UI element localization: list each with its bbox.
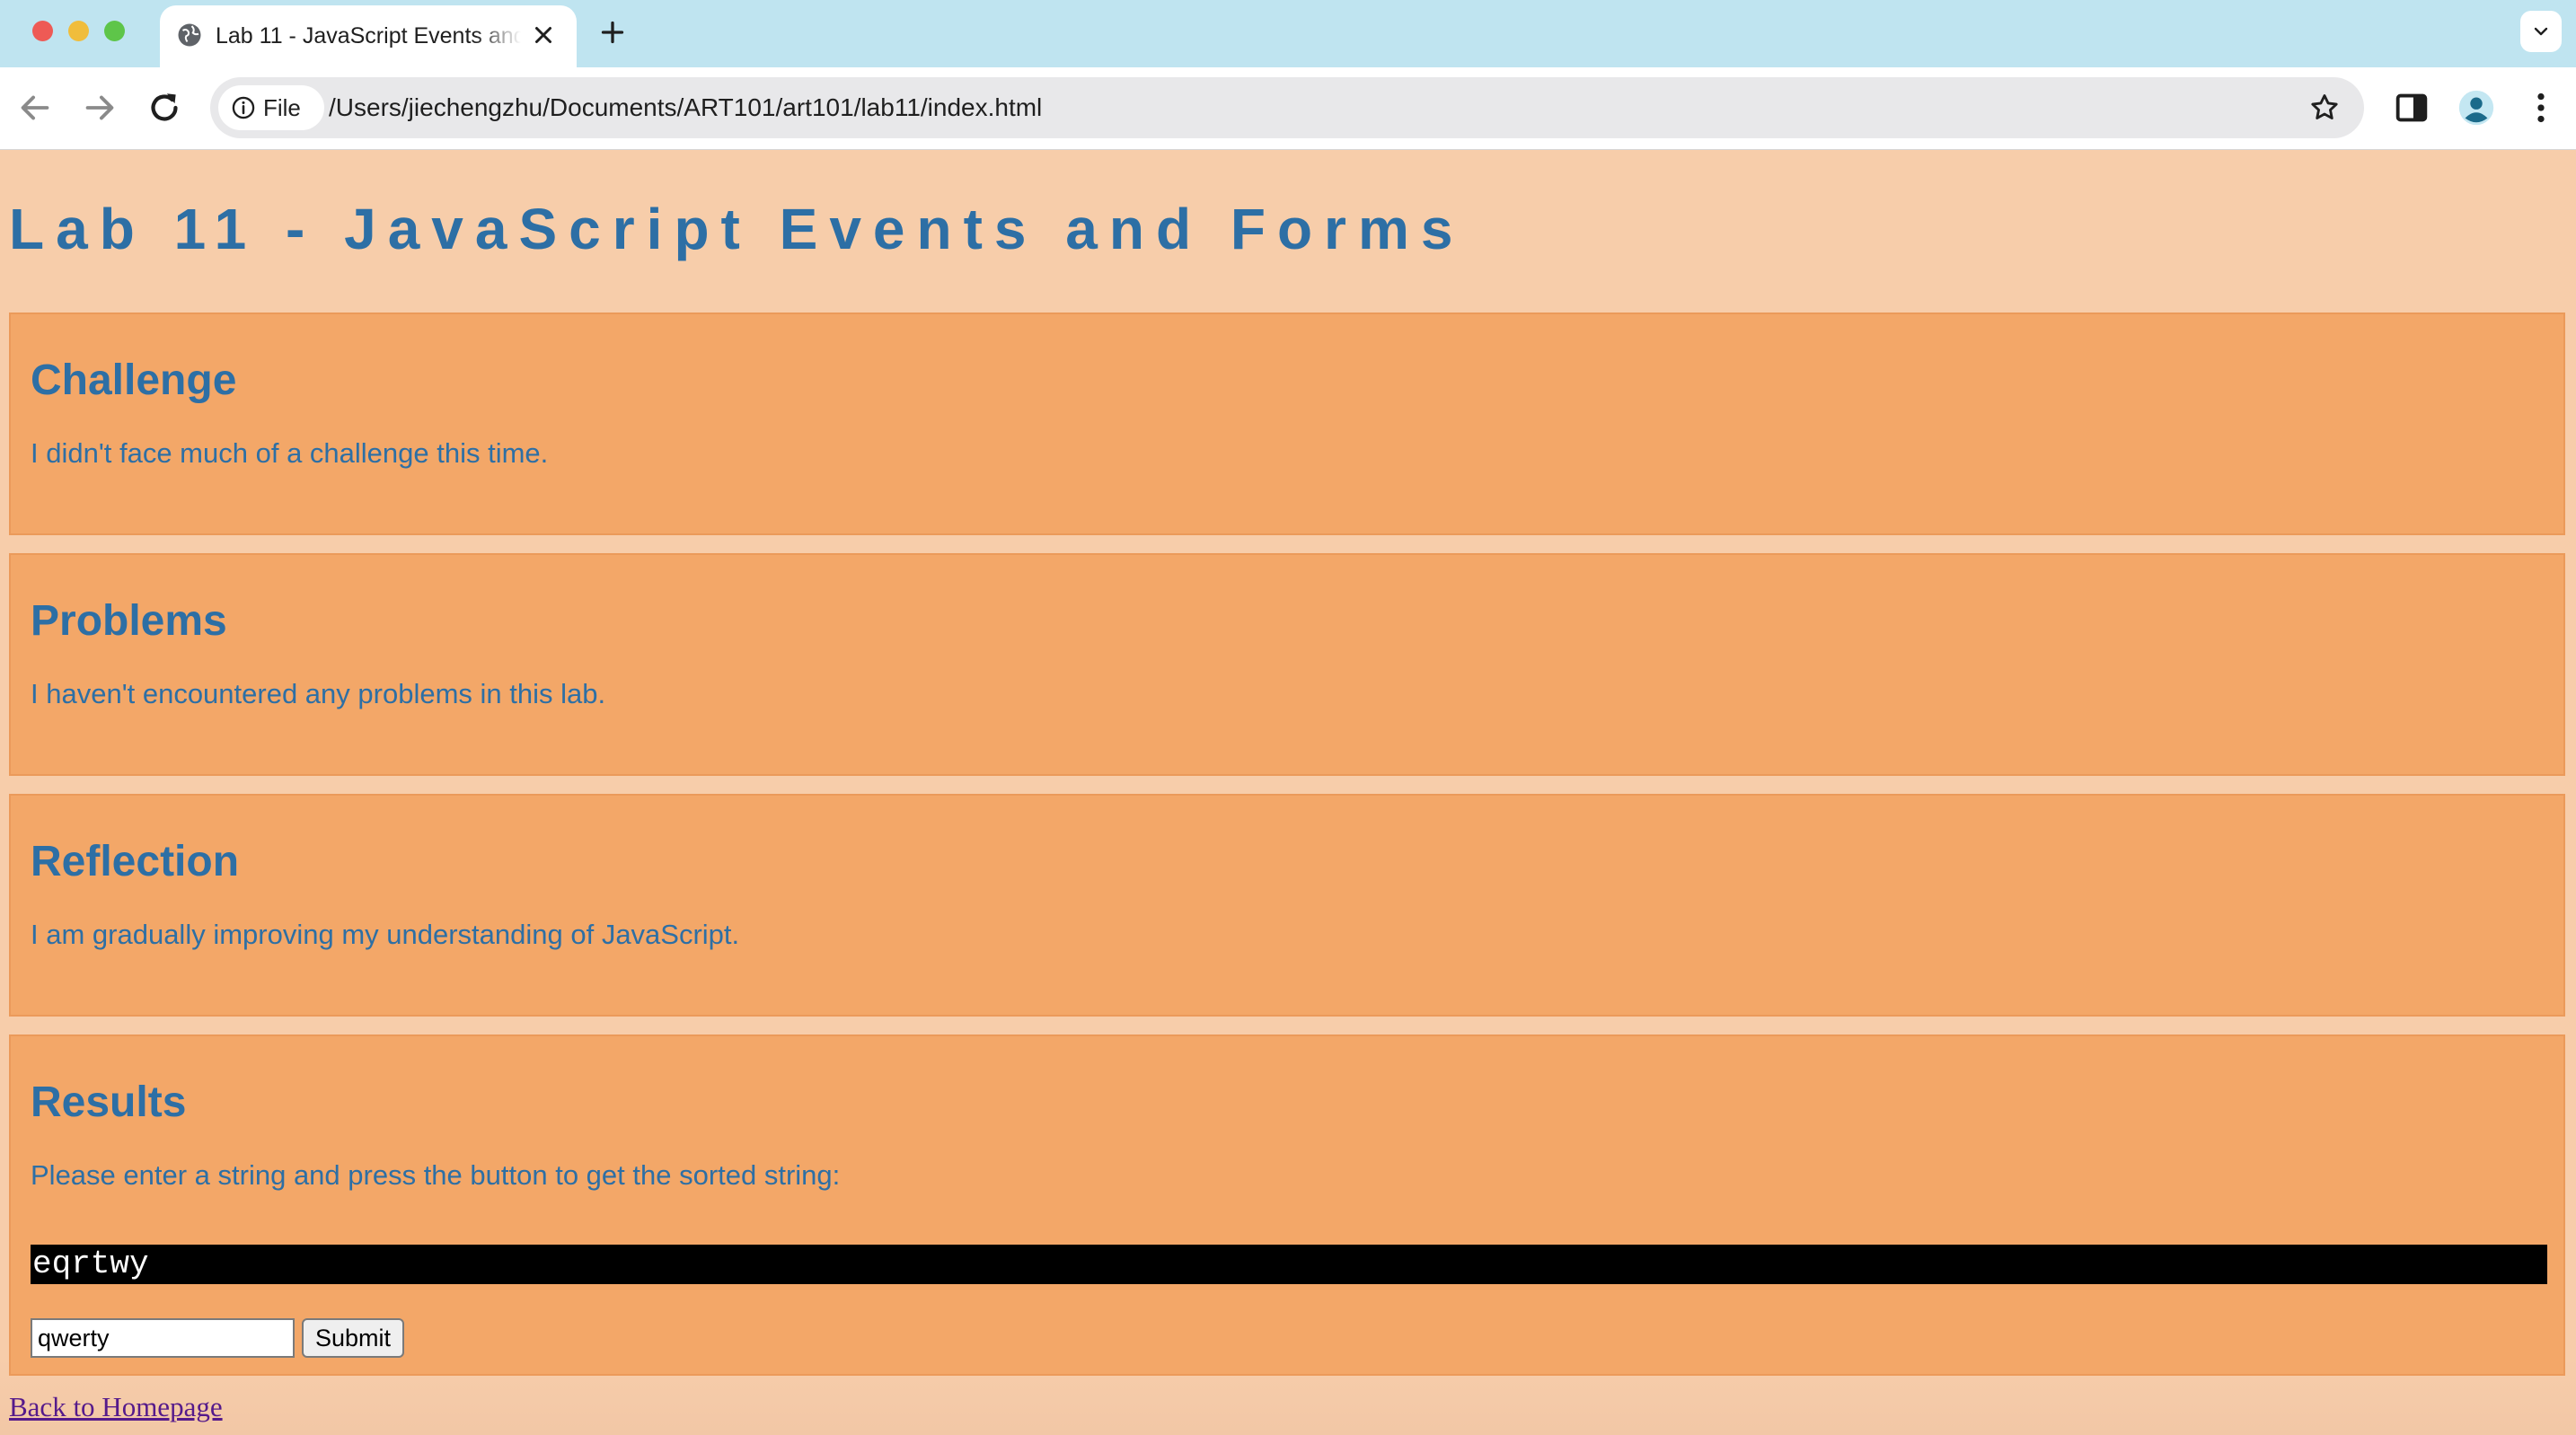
section-title-results: Results (31, 1078, 187, 1126)
tab-search-button[interactable] (2520, 11, 2562, 52)
reflection-section: Reflection I am gradually improving my u… (9, 794, 2565, 1017)
forward-arrow-icon[interactable] (79, 87, 120, 128)
plus-icon[interactable] (596, 16, 629, 48)
profile-avatar-icon[interactable] (2456, 87, 2497, 128)
bookmark-star-icon[interactable] (2308, 92, 2341, 124)
section-title-challenge: Challenge (31, 357, 237, 404)
page-title: Lab 11 - JavaScript Events and Forms (9, 197, 1465, 261)
address-bar[interactable]: File /Users/jiechengzhu/Documents/ART101… (210, 77, 2364, 138)
string-input[interactable] (31, 1318, 295, 1358)
browser-titlebar: Lab 11 - JavaScript Events and Forms (0, 0, 2576, 67)
section-title-reflection: Reflection (31, 838, 240, 885)
page-viewport: Lab 11 - JavaScript Events and Forms Cha… (0, 150, 2576, 1435)
minimize-window-button[interactable] (68, 21, 89, 41)
back-to-homepage-link[interactable]: Back to Homepage (9, 1389, 223, 1425)
section-text-problems: I haven't encountered any problems in th… (31, 678, 606, 709)
browser-tab-active[interactable]: Lab 11 - JavaScript Events and Forms (160, 5, 577, 67)
section-text-challenge: I didn't face much of a challenge this t… (31, 437, 549, 469)
back-arrow-icon[interactable] (14, 87, 56, 128)
info-icon (232, 96, 255, 119)
globe-icon (178, 23, 201, 47)
results-section: Results Please enter a string and press … (9, 1034, 2565, 1376)
browser-toolbar: File /Users/jiechengzhu/Documents/ART101… (0, 67, 2576, 150)
site-info-chip[interactable]: File (218, 85, 324, 130)
tab-title: Lab 11 - JavaScript Events and Forms (216, 23, 521, 48)
reload-icon[interactable] (144, 87, 185, 128)
submit-button[interactable]: Submit (302, 1318, 404, 1358)
section-title-problems: Problems (31, 597, 227, 645)
more-options-icon[interactable] (2520, 87, 2562, 128)
maximize-window-button[interactable] (104, 21, 125, 41)
sorted-output: eqrtwy (31, 1245, 2547, 1284)
close-window-button[interactable] (32, 21, 53, 41)
challenge-section: Challenge I didn't face much of a challe… (9, 313, 2565, 535)
results-prompt: Please enter a string and press the butt… (31, 1159, 841, 1191)
side-panel-icon[interactable] (2391, 87, 2432, 128)
site-info-label: File (263, 94, 301, 121)
section-text-reflection: I am gradually improving my understandin… (31, 919, 740, 950)
url-text[interactable]: /Users/jiechengzhu/Documents/ART101/art1… (329, 77, 1042, 138)
problems-section: Problems I haven't encountered any probl… (9, 553, 2565, 776)
close-icon[interactable] (530, 22, 557, 48)
chevron-down-icon (2534, 27, 2548, 36)
